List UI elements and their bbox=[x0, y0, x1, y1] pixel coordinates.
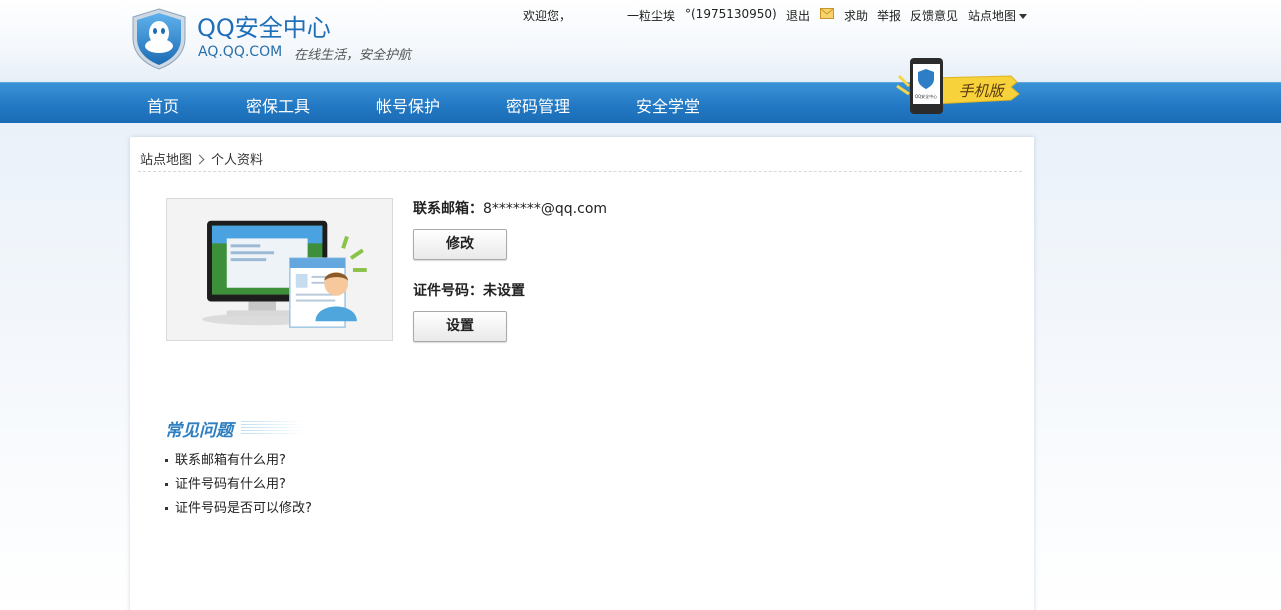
id-number-value: 未设置 bbox=[483, 283, 525, 299]
welcome-text: 欢迎您， bbox=[523, 9, 572, 23]
main-nav: 首页 密保工具 帐号保护 密码管理 安全学堂 bbox=[0, 82, 1281, 123]
modify-email-button[interactable]: 修改 bbox=[413, 229, 507, 260]
nav-security-tools[interactable]: 密保工具 bbox=[246, 93, 310, 117]
faq-heading-decoration bbox=[241, 421, 305, 435]
brand-title[interactable]: QQ安全中心 bbox=[197, 8, 331, 43]
user-nickname[interactable]: 一粒尘埃 bbox=[627, 7, 675, 24]
sitemap-dropdown[interactable]: 站点地图 bbox=[968, 7, 1028, 24]
content-panel: 站点地图 个人资料 联系邮箱：8*******@qq.com 修改 证件号码：未设… bbox=[130, 137, 1034, 610]
feedback-link[interactable]: 反馈意见 bbox=[910, 7, 958, 24]
faq-item[interactable]: 联系邮箱有什么用? bbox=[165, 449, 286, 468]
email-field: 联系邮箱：8*******@qq.com bbox=[413, 198, 607, 218]
site-header: QQ安全中心 AQ.QQ.COM 在线生活，安全护航 欢迎您， 一粒尘埃 °(1… bbox=[0, 0, 1281, 82]
mobile-badge-text: 手机版 bbox=[958, 82, 1006, 100]
faq-title: 常见问题 bbox=[165, 421, 233, 441]
breadcrumb-divider bbox=[138, 171, 1022, 172]
mobile-version-badge[interactable]: QQ安全中心 手机版 bbox=[893, 56, 1025, 118]
breadcrumb-root-link[interactable]: 站点地图 bbox=[140, 153, 192, 168]
logout-link[interactable]: 退出 bbox=[786, 7, 810, 24]
report-link[interactable]: 举报 bbox=[877, 7, 901, 24]
help-link[interactable]: 求助 bbox=[844, 7, 868, 24]
caret-down-icon bbox=[1019, 14, 1028, 19]
set-id-number-button[interactable]: 设置 bbox=[413, 311, 507, 342]
chevron-right-icon bbox=[194, 154, 205, 165]
nav-account-protection[interactable]: 帐号保护 bbox=[376, 93, 440, 117]
bullet-icon bbox=[165, 483, 168, 486]
mail-icon[interactable] bbox=[820, 8, 834, 19]
user-qq-number: °(1975130950) bbox=[685, 7, 777, 21]
brand-domain: AQ.QQ.COM bbox=[198, 44, 283, 60]
id-number-field: 证件号码：未设置 bbox=[413, 280, 525, 300]
sitemap-label: 站点地图 bbox=[968, 9, 1017, 23]
faq-item-label: 证件号码是否可以修改? bbox=[175, 501, 312, 516]
email-label: 联系邮箱： bbox=[413, 201, 483, 217]
faq-heading: 常见问题 bbox=[165, 416, 305, 441]
id-number-label: 证件号码： bbox=[413, 283, 483, 299]
bullet-icon bbox=[165, 459, 168, 462]
breadcrumb-current: 个人资料 bbox=[211, 153, 264, 168]
faq-item-label: 证件号码有什么用? bbox=[175, 477, 286, 492]
faq-item[interactable]: 证件号码是否可以修改? bbox=[165, 497, 312, 516]
profile-illustration bbox=[166, 198, 393, 341]
email-value: 8*******@qq.com bbox=[483, 201, 608, 217]
brand-slogan: 在线生活，安全护航 bbox=[294, 48, 412, 63]
faq-item-label: 联系邮箱有什么用? bbox=[175, 453, 286, 468]
mobile-screen-text: QQ安全中心 bbox=[915, 93, 937, 99]
breadcrumb: 站点地图 个人资料 bbox=[140, 149, 263, 168]
nav-home[interactable]: 首页 bbox=[147, 93, 179, 117]
bullet-icon bbox=[165, 507, 168, 510]
faq-item[interactable]: 证件号码有什么用? bbox=[165, 473, 286, 492]
qq-shield-logo-icon[interactable] bbox=[131, 8, 187, 70]
nav-password-management[interactable]: 密码管理 bbox=[506, 93, 570, 117]
nav-security-school[interactable]: 安全学堂 bbox=[636, 93, 700, 117]
